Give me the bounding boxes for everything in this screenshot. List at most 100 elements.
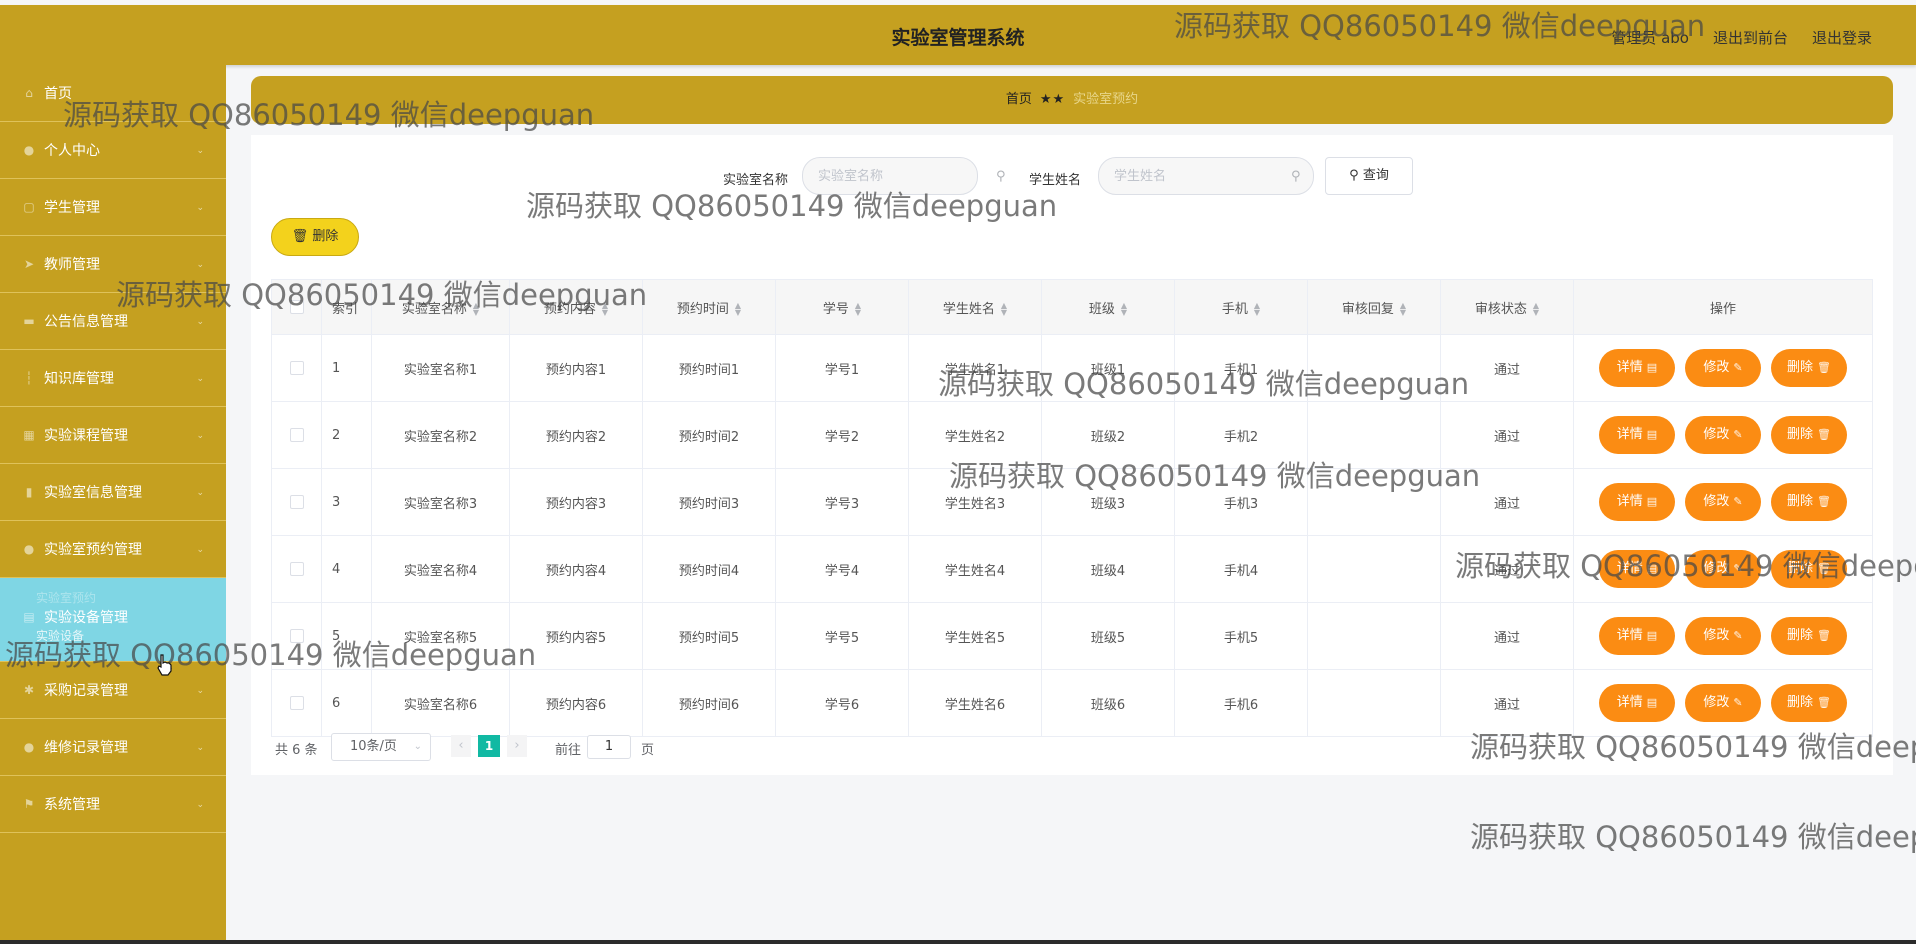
- column-header[interactable]: 实验室名称 ▲ ▼: [371, 279, 510, 335]
- sidebar-item[interactable]: ● 个人中心 ⌄: [0, 122, 226, 179]
- batch-delete-label: 删除: [312, 229, 339, 244]
- batch-delete-button[interactable]: 🗑 删除: [271, 218, 359, 256]
- row-checkbox[interactable]: [289, 361, 304, 375]
- breadcrumb-current: 实验室预约: [1073, 92, 1139, 107]
- detail-button[interactable]: 详情 ▤: [1599, 349, 1675, 387]
- table-cell: [1307, 468, 1441, 536]
- sidebar-item[interactable]: ✱ 采购记录管理 ⌄: [0, 662, 226, 719]
- edit-button[interactable]: 修改 ✎: [1685, 684, 1761, 722]
- delete-button[interactable]: 删除 🗑: [1771, 416, 1847, 454]
- action-label: 修改: [1703, 628, 1730, 643]
- column-header[interactable]: 索引: [321, 279, 372, 335]
- action-label: 修改: [1703, 695, 1730, 710]
- chart-icon: ▮: [25, 485, 33, 499]
- edit-button[interactable]: 修改 ✎: [1685, 550, 1761, 588]
- table-cell: 3: [321, 468, 372, 536]
- sort-caret-icon[interactable]: ▲ ▼: [473, 302, 479, 317]
- edit-button[interactable]: 修改 ✎: [1685, 349, 1761, 387]
- flag-icon: ⚑: [23, 797, 35, 811]
- sort-caret-icon[interactable]: ▲ ▼: [855, 302, 861, 317]
- table-cell: 学生姓名1: [908, 334, 1042, 402]
- sidebar-item[interactable]: ▬ 公告信息管理 ⌄: [0, 293, 226, 350]
- sidebar-item[interactable]: ⌂ 首页: [0, 65, 226, 122]
- column-header-label: 审核状态: [1474, 301, 1527, 317]
- row-checkbox[interactable]: [289, 495, 304, 509]
- column-header-label: 手机: [1221, 301, 1248, 317]
- detail-button[interactable]: 详情 ▤: [1599, 416, 1675, 454]
- select-all-checkbox[interactable]: [289, 300, 304, 314]
- edit-button[interactable]: 修改 ✎: [1685, 416, 1761, 454]
- sort-caret-icon[interactable]: ▲ ▼: [1001, 302, 1007, 317]
- query-label: 查询: [1362, 168, 1389, 183]
- row-checkbox[interactable]: [289, 696, 304, 710]
- table-cell: 预约内容6: [509, 669, 643, 737]
- page-size-select[interactable]: 10条/页 ⌄: [331, 733, 431, 761]
- row-checkbox[interactable]: [289, 428, 304, 442]
- sidebar-item[interactable]: 实验室预约 ▤ 实验设备管理 实验设备: [0, 578, 226, 662]
- sort-caret-icon[interactable]: ▲ ▼: [602, 302, 608, 317]
- sort-caret-icon[interactable]: ▲ ▼: [1533, 302, 1539, 317]
- column-header-label: 索引: [332, 301, 359, 317]
- logout-link[interactable]: 退出登录: [1812, 27, 1872, 48]
- actions-cell: 详情 ▤ 修改 ✎ 删除 🗑: [1573, 468, 1873, 536]
- sort-caret-icon[interactable]: ▲ ▼: [1121, 302, 1127, 317]
- breadcrumb-home[interactable]: 首页: [1006, 92, 1032, 107]
- column-header[interactable]: 预约时间 ▲ ▼: [642, 279, 776, 335]
- next-page-button[interactable]: ›: [507, 735, 527, 757]
- query-button[interactable]: ⚲ 查询: [1325, 157, 1413, 195]
- detail-button[interactable]: 详情 ▤: [1599, 684, 1675, 722]
- table-cell: 学生姓名6: [908, 669, 1042, 737]
- column-header[interactable]: 审核状态 ▲ ▼: [1440, 279, 1574, 335]
- sidebar-item-label: 个人中心: [44, 143, 100, 159]
- column-header[interactable]: 学号 ▲ ▼: [775, 279, 909, 335]
- lab-name-label: 实验室名称: [723, 173, 789, 188]
- sort-caret-icon[interactable]: ▲ ▼: [1400, 302, 1406, 317]
- row-checkbox[interactable]: [289, 629, 304, 643]
- column-header[interactable]: 手机 ▲ ▼: [1174, 279, 1308, 335]
- search-icon: ⚲: [1291, 169, 1301, 184]
- edit-button[interactable]: 修改 ✎: [1685, 483, 1761, 521]
- submenu-item[interactable]: 实验设备: [36, 627, 84, 645]
- detail-button[interactable]: 详情 ▤: [1599, 550, 1675, 588]
- column-header[interactable]: 审核回复 ▲ ▼: [1307, 279, 1441, 335]
- column-header[interactable]: 班级 ▲ ▼: [1041, 279, 1175, 335]
- home-icon: ⌂: [25, 86, 33, 100]
- student-name-label: 学生姓名: [1029, 173, 1082, 188]
- sidebar-item[interactable]: ➤ 教师管理 ⌄: [0, 236, 226, 293]
- sidebar-item[interactable]: ▦ 实验课程管理 ⌄: [0, 407, 226, 464]
- delete-button[interactable]: 删除 🗑: [1771, 550, 1847, 588]
- goto-page-input[interactable]: 1: [587, 735, 631, 759]
- student-name-input[interactable]: [1098, 157, 1314, 195]
- table-cell: 手机2: [1174, 401, 1308, 469]
- table-cell: 学号2: [775, 401, 909, 469]
- sidebar-item[interactable]: ┆ 知识库管理 ⌄: [0, 350, 226, 407]
- sidebar-item[interactable]: ⚑ 系统管理 ⌄: [0, 776, 226, 833]
- delete-button[interactable]: 删除 🗑: [1771, 684, 1847, 722]
- edit-button[interactable]: 修改 ✎: [1685, 617, 1761, 655]
- table-cell: 班级3: [1041, 468, 1175, 536]
- page-number[interactable]: 1: [478, 735, 500, 757]
- detail-button[interactable]: 详情 ▤: [1599, 617, 1675, 655]
- column-header-label: 预约时间: [676, 301, 729, 317]
- delete-button[interactable]: 删除 🗑: [1771, 483, 1847, 521]
- sidebar-item[interactable]: ▮ 实验室信息管理 ⌄: [0, 464, 226, 521]
- sort-caret-icon[interactable]: ▲ ▼: [1254, 302, 1260, 317]
- column-header[interactable]: 预约内容 ▲ ▼: [509, 279, 643, 335]
- sidebar-item[interactable]: ▢ 学生管理 ⌄: [0, 179, 226, 236]
- delete-button[interactable]: 删除 🗑: [1771, 349, 1847, 387]
- detail-button[interactable]: 详情 ▤: [1599, 483, 1675, 521]
- submenu-item[interactable]: 实验室预约: [36, 589, 96, 607]
- edit-icon: ✎: [1733, 629, 1743, 642]
- edit-icon: ✎: [1733, 696, 1743, 709]
- back-to-front-link[interactable]: 退出到前台: [1713, 27, 1788, 48]
- row-checkbox[interactable]: [289, 562, 304, 576]
- sidebar-item[interactable]: ● 维修记录管理 ⌄: [0, 719, 226, 776]
- delete-button[interactable]: 删除 🗑: [1771, 617, 1847, 655]
- action-label: 详情: [1616, 561, 1643, 576]
- prev-page-button[interactable]: ‹: [451, 735, 471, 757]
- lab-name-input[interactable]: [802, 157, 978, 195]
- sidebar-item[interactable]: ● 实验室预约管理 ⌄: [0, 521, 226, 578]
- column-header[interactable]: 学生姓名 ▲ ▼: [908, 279, 1042, 335]
- table-cell: 预约时间2: [642, 401, 776, 469]
- sort-caret-icon[interactable]: ▲ ▼: [735, 302, 741, 317]
